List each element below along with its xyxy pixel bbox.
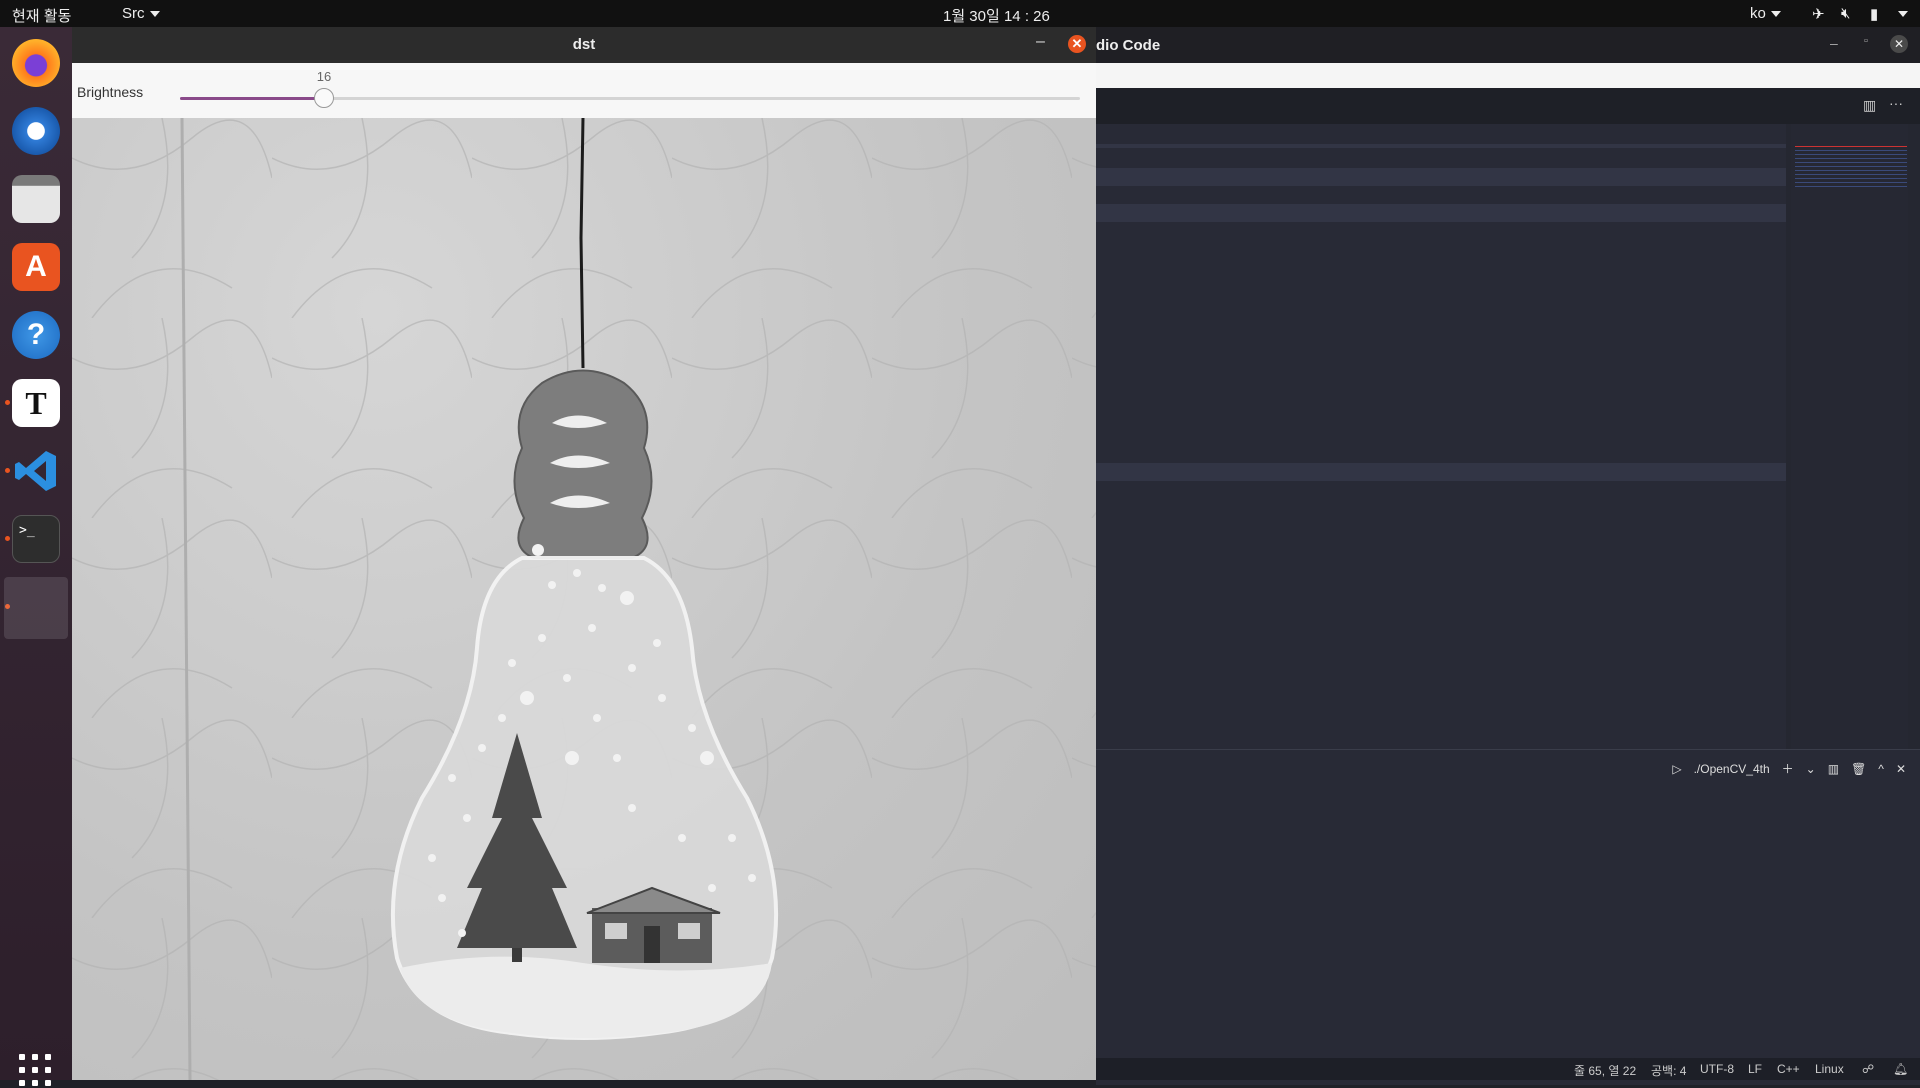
split-editor-icon[interactable]: ▥ (1863, 97, 1876, 114)
status-cursor-position[interactable]: 줄 65, 열 22 (1574, 1062, 1636, 1079)
app-menu-label: Src (122, 5, 145, 22)
terminal-panel-header: ▷ ./OpenCV_4th ＋ ⌄ ▥ 🗑︎ ^ ✕ (1672, 760, 1906, 777)
chevron-down-icon[interactable]: ⌄ (1806, 762, 1816, 776)
editor-tabbar: ▥ ··· (1096, 88, 1920, 124)
dst-window: dst – ✕ Brightness 16 (72, 27, 1096, 1080)
files-icon[interactable] (12, 175, 60, 223)
image-display (72, 118, 1096, 1080)
trackbar-area: Brightness 16 (72, 63, 1096, 118)
running-indicator (5, 468, 10, 473)
chevron-down-icon (149, 11, 160, 18)
close-icon[interactable]: ✕ (1068, 35, 1086, 53)
battery-icon[interactable]: ▮ (1870, 5, 1878, 23)
trackbar-value: 16 (316, 69, 332, 84)
status-indentation[interactable]: 공백: 4 (1651, 1062, 1686, 1079)
show-apps-icon[interactable] (19, 1054, 53, 1088)
brightness-slider[interactable] (180, 88, 1080, 108)
minimize-icon[interactable]: – (1830, 35, 1838, 51)
volume-icon[interactable]: 🔇︎ (1841, 5, 1850, 22)
minimap-content (1795, 146, 1907, 187)
dst-titlebar[interactable]: dst – ✕ (72, 27, 1096, 63)
editor-line-highlight (1096, 168, 1786, 186)
app-menu[interactable]: Src (122, 5, 160, 22)
status-encoding[interactable]: UTF-8 (1700, 1062, 1734, 1076)
input-language[interactable]: ko (1750, 5, 1781, 22)
dst-title: dst (572, 36, 596, 53)
status-language[interactable]: C++ (1777, 1062, 1800, 1076)
status-platform[interactable]: Linux (1815, 1062, 1844, 1076)
feedback-icon[interactable]: ☍ (1862, 1062, 1874, 1076)
thunderbird-icon[interactable] (12, 107, 60, 155)
more-actions-icon[interactable]: ··· (1889, 95, 1903, 111)
slider-fill (180, 97, 324, 100)
split-terminal-icon[interactable]: ▥ (1828, 762, 1839, 776)
terminal-icon: ▷ (1672, 761, 1682, 776)
lightbulb-snowglobe-image (72, 118, 1096, 1080)
bell-icon[interactable]: 🔔︎ (1893, 1062, 1908, 1076)
help-icon[interactable]: ? (12, 311, 60, 359)
opencv-window-icon[interactable] (4, 577, 68, 639)
running-indicator (5, 400, 10, 405)
editor-line-highlight (1096, 204, 1786, 222)
editor-line-highlight (1096, 463, 1786, 481)
running-indicator (5, 536, 10, 541)
top-bar: 현재 활동 Src 1월 30일 14 : 26 ko ✈ 🔇︎ ▮ (0, 0, 1920, 27)
dock: A ? T >_ (0, 27, 72, 1086)
vscode-titlebar: dio Code – ▫ ✕ (1096, 27, 1920, 63)
terminal-panel[interactable]: ▷ ./OpenCV_4th ＋ ⌄ ▥ 🗑︎ ^ ✕ (1096, 749, 1920, 1085)
vscode-title: dio Code (1096, 37, 1161, 54)
airplane-icon[interactable]: ✈ (1812, 5, 1825, 23)
trash-icon[interactable]: 🗑︎ (1851, 762, 1866, 776)
vscode-menubar (1096, 63, 1920, 88)
clock[interactable]: 1월 30일 14 : 26 (943, 5, 1050, 26)
close-panel-icon[interactable]: ✕ (1896, 762, 1906, 776)
add-terminal-icon[interactable]: ＋ (1782, 760, 1794, 777)
slider-thumb[interactable] (314, 88, 334, 108)
software-icon[interactable]: A (12, 243, 60, 291)
typora-icon[interactable]: T (12, 379, 60, 427)
minimap[interactable] (1791, 124, 1908, 749)
terminal-icon[interactable]: >_ (12, 515, 60, 563)
input-language-label: ko (1750, 5, 1766, 22)
activities-button[interactable]: 현재 활동 (12, 5, 71, 26)
maximize-icon[interactable]: ▫ (1864, 35, 1868, 47)
editor-line-highlight (1096, 144, 1786, 148)
status-bar: 줄 65, 열 22 공백: 4 UTF-8 LF C++ Linux ☍ 🔔︎ (1096, 1058, 1920, 1080)
vscode-window: dio Code – ▫ ✕ ▥ ··· ▷ ./OpenCV_4th ＋ ⌄ … (1096, 27, 1920, 1085)
chevron-down-icon (1770, 11, 1781, 18)
code-editor[interactable] (1096, 124, 1786, 749)
system-menu-chevron-icon[interactable] (1893, 5, 1908, 22)
status-eol[interactable]: LF (1748, 1062, 1762, 1076)
vscode-icon[interactable] (12, 447, 60, 495)
minimize-icon[interactable]: – (1036, 33, 1045, 51)
trackbar-label: Brightness (77, 84, 144, 100)
maximize-panel-icon[interactable]: ^ (1878, 762, 1884, 776)
firefox-icon[interactable] (12, 39, 60, 87)
terminal-name[interactable]: ./OpenCV_4th (1694, 762, 1770, 776)
close-icon[interactable]: ✕ (1890, 35, 1908, 53)
